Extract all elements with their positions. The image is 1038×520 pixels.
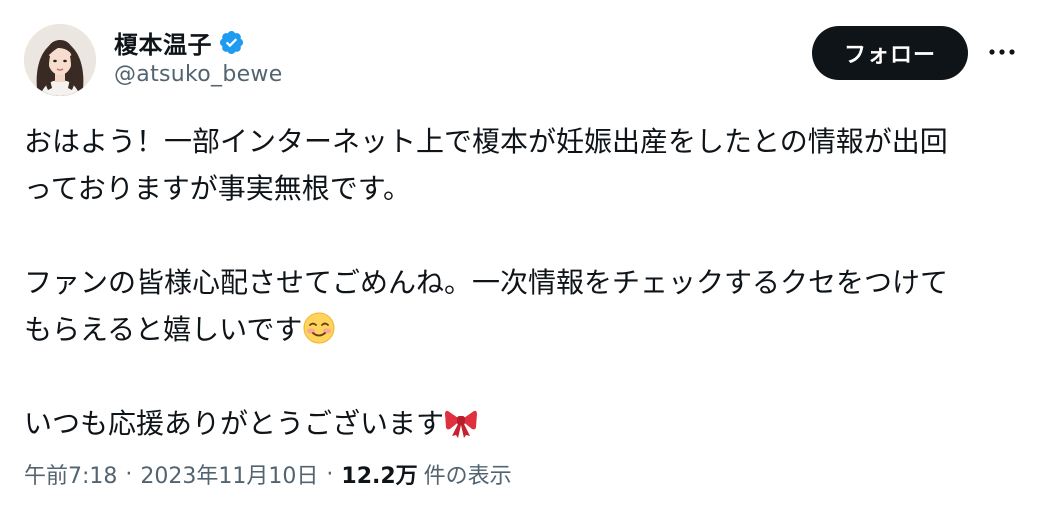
tweet-metadata: 午前7:18 · 2023年11月10日 · 12.2万 件の表示: [24, 454, 512, 494]
tweet-card: 榎本温子 @atsuko_bewe フォロー おはよう！一部インターネット上で榎…: [0, 0, 1038, 520]
user-handle[interactable]: @atsuko_bewe: [114, 62, 283, 87]
user-info: 榎本温子 @atsuko_bewe: [114, 24, 283, 87]
smiling-face-with-blush-emoji-icon: [302, 311, 336, 345]
tweet-line: っておりますが事実無根です。: [24, 172, 411, 205]
name-row: 榎本温子: [114, 24, 283, 60]
tweet-line-text: もらえると嬉しいです: [24, 313, 303, 346]
separator: ·: [326, 461, 334, 487]
tweet-date[interactable]: 2023年11月10日: [140, 458, 318, 490]
tweet-line-with-emoji: もらえると嬉しいです: [24, 306, 1014, 353]
ribbon-emoji-icon: [444, 405, 478, 439]
views-label: 件の表示: [423, 464, 512, 489]
tweet-line-text: いつも応援ありがとうございます: [24, 407, 445, 440]
avatar-image: [24, 24, 96, 96]
avatar[interactable]: [24, 24, 96, 96]
tweet-line: ファンの皆様心配させてごめんね。一次情報をチェックするクセをつけて: [24, 266, 949, 299]
follow-button[interactable]: フォロー: [812, 26, 968, 80]
display-name[interactable]: 榎本温子: [114, 25, 212, 60]
tweet-time[interactable]: 午前7:18: [24, 458, 117, 490]
tweet-line-with-emoji: いつも応援ありがとうございます: [24, 400, 1014, 447]
more-dots-icon[interactable]: [986, 40, 1018, 64]
separator: ·: [125, 461, 133, 487]
tweet-text: おはよう！一部インターネット上で榎本が妊娠出産をしたとの情報が出回 っております…: [24, 118, 1014, 447]
tweet-line: おはよう！一部インターネット上で榎本が妊娠出産をしたとの情報が出回: [24, 125, 948, 158]
views-count[interactable]: 12.2万: [341, 458, 417, 490]
verified-badge-icon[interactable]: [218, 29, 245, 56]
